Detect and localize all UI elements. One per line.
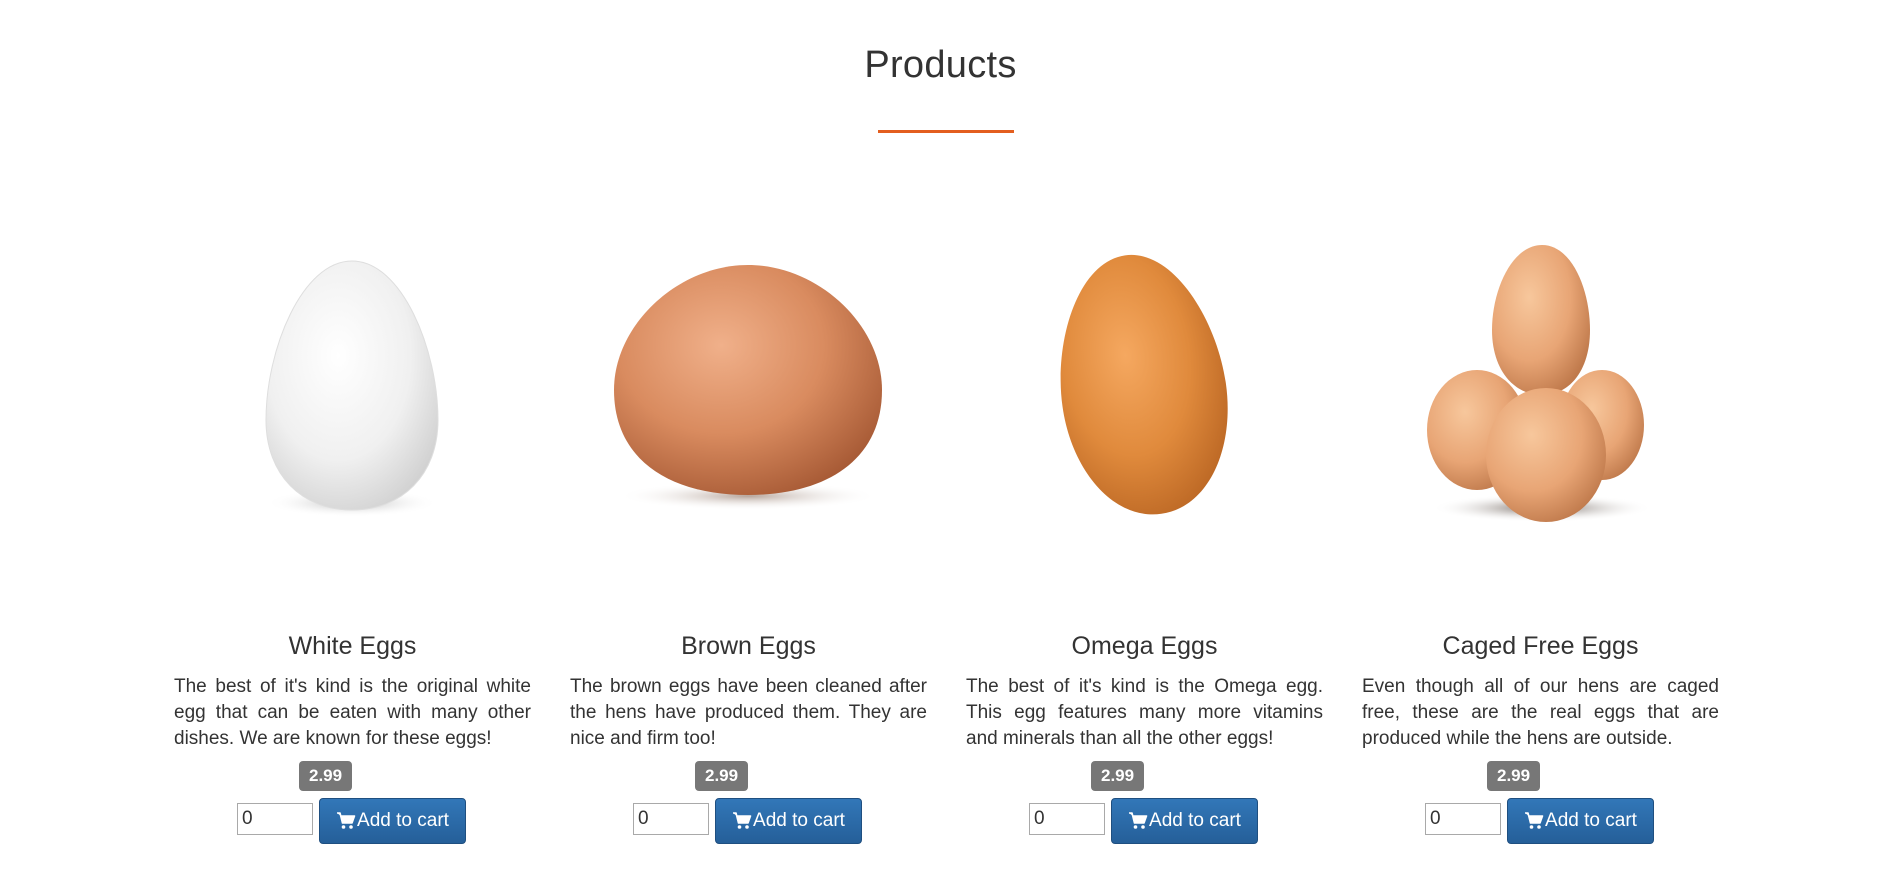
product-name: Brown Eggs (681, 632, 816, 660)
quantity-input[interactable] (237, 803, 313, 835)
product-card-omega-eggs: Omega Eggs The best of it's kind is the … (966, 220, 1323, 844)
quantity-input[interactable] (633, 803, 709, 835)
white-egg-image (174, 220, 531, 570)
products-page: Products White Eggs The best of it's kin… (0, 0, 1881, 875)
add-to-cart-button[interactable]: Add to cart (1111, 798, 1258, 844)
product-name: White Eggs (288, 632, 417, 660)
add-to-cart-button[interactable]: Add to cart (715, 798, 862, 844)
add-to-cart-label: Add to cart (753, 810, 845, 831)
product-description: The brown eggs have been cleaned after t… (570, 676, 927, 749)
product-name: Caged Free Eggs (1442, 632, 1639, 660)
shopping-cart-icon (336, 811, 356, 831)
price-badge: 2.99 (1487, 761, 1541, 791)
product-card-caged-free-eggs: Caged Free Eggs Even though all of our h… (1362, 220, 1719, 844)
add-to-cart-label: Add to cart (357, 810, 449, 831)
price-badge: 2.99 (1091, 761, 1145, 791)
add-to-cart-label: Add to cart (1149, 810, 1241, 831)
product-description: The best of it's kind is the Omega egg. … (966, 676, 1323, 749)
quantity-input[interactable] (1425, 803, 1501, 835)
product-description: The best of it's kind is the original wh… (174, 676, 531, 749)
product-card-white-eggs: White Eggs The best of it's kind is the … (174, 220, 531, 844)
brown-egg-icon (614, 265, 882, 510)
add-to-cart-button[interactable]: Add to cart (319, 798, 466, 844)
product-card-brown-eggs: Brown Eggs The brown eggs have been clea… (570, 220, 927, 844)
add-to-cart-label: Add to cart (1545, 810, 1637, 831)
shopping-cart-icon (1524, 811, 1544, 831)
shopping-cart-icon (1128, 811, 1148, 831)
product-grid: White Eggs The best of it's kind is the … (0, 0, 1881, 875)
add-to-cart-button[interactable]: Add to cart (1507, 798, 1654, 844)
price-badge: 2.99 (299, 761, 353, 791)
shopping-cart-icon (732, 811, 752, 831)
white-egg-icon (265, 260, 439, 517)
brown-egg-image (570, 220, 927, 570)
product-description: Even though all of our hens are caged fr… (1362, 676, 1719, 749)
price-badge: 2.99 (695, 761, 749, 791)
caged-free-eggs-icon (1427, 245, 1652, 522)
omega-egg-icon (1060, 254, 1228, 515)
product-name: Omega Eggs (1071, 632, 1218, 660)
quantity-input[interactable] (1029, 803, 1105, 835)
omega-egg-image (966, 220, 1323, 570)
caged-free-eggs-image (1362, 220, 1719, 570)
